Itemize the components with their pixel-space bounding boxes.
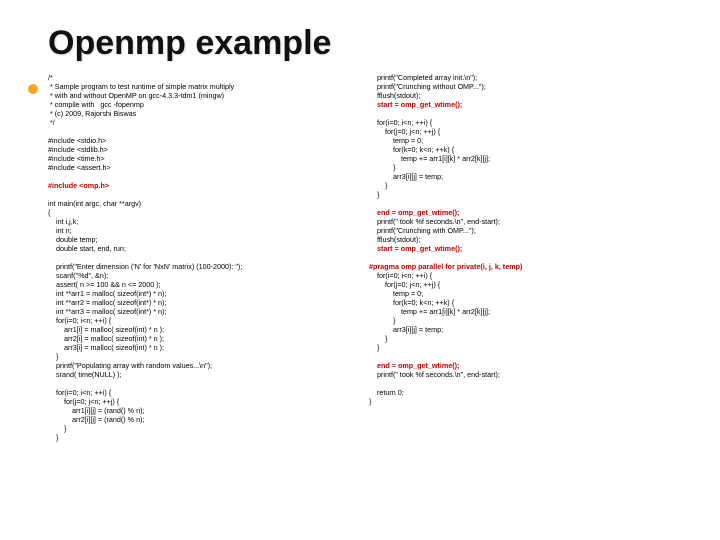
code-line: } bbox=[369, 316, 395, 325]
code-line: * compile with gcc -fopenmp bbox=[48, 100, 144, 109]
code-line: } bbox=[48, 424, 66, 433]
bullet-icon bbox=[28, 84, 38, 94]
code-line: } bbox=[369, 181, 387, 190]
code-line: for(k=0; k<n; ++k) { bbox=[369, 145, 454, 154]
code-line: double start, end, run; bbox=[48, 244, 126, 253]
slide-title: Openmp example bbox=[48, 24, 672, 63]
code-columns: /* * Sample program to test runtime of s… bbox=[48, 73, 672, 442]
code-line: temp = 0; bbox=[369, 136, 423, 145]
code-line: } bbox=[369, 397, 371, 406]
code-line: printf("Completed array init.\n"); bbox=[369, 73, 477, 82]
code-line: int **arr1 = malloc( sizeof(int*) * n); bbox=[48, 289, 166, 298]
code-line: int main(int argc, char **argv) bbox=[48, 199, 141, 208]
code-line-include-omp: #include <omp.h> bbox=[48, 181, 109, 190]
code-line: for(i=0; i<n; ++i) { bbox=[369, 118, 432, 127]
code-line: int **arr2 = malloc( sizeof(int*) * n); bbox=[48, 298, 166, 307]
code-line: for(i=0; i<n; ++i) { bbox=[369, 271, 432, 280]
code-line: */ bbox=[48, 118, 55, 127]
code-line: } bbox=[369, 163, 395, 172]
code-line: arr1[i][j] = (rand() % n); bbox=[48, 406, 144, 415]
code-line: printf("Enter dimension ('N' for 'NxN' m… bbox=[48, 262, 242, 271]
code-line: #include <assert.h> bbox=[48, 163, 111, 172]
code-line: temp = 0; bbox=[369, 289, 423, 298]
code-line-wtime-end2: end = omp_get_wtime(); bbox=[369, 361, 459, 370]
code-line: printf("Populating array with random val… bbox=[48, 361, 212, 370]
code-line: * (c) 2009, Rajorshi Biswas bbox=[48, 109, 136, 118]
code-line: for(i=0; i<n; ++i) { bbox=[48, 388, 111, 397]
code-line: for(j=0; j<n; ++j) { bbox=[369, 280, 440, 289]
code-line: temp += arr1[i][k] * arr2[k][j]; bbox=[369, 307, 490, 316]
code-line: } bbox=[48, 352, 58, 361]
code-line: for(j=0; j<n; ++j) { bbox=[369, 127, 440, 136]
code-line: arr3[i][j] = temp; bbox=[369, 325, 443, 334]
code-line: #include <stdlib.h> bbox=[48, 145, 108, 154]
code-left: /* * Sample program to test runtime of s… bbox=[48, 73, 351, 442]
code-line: arr1[i] = malloc( sizeof(int) * n ); bbox=[48, 325, 164, 334]
code-line: } bbox=[369, 334, 387, 343]
code-line: * Sample program to test runtime of simp… bbox=[48, 82, 234, 91]
code-line: } bbox=[48, 433, 58, 442]
code-line: arr2[i][j] = (rand() % n); bbox=[48, 415, 144, 424]
code-line-wtime-start2: start = omp_get_wtime(); bbox=[369, 244, 462, 253]
code-line: * with and without OpenMP on gcc-4.3.3-t… bbox=[48, 91, 224, 100]
code-line: printf("Crunching without OMP..."); bbox=[369, 82, 486, 91]
code-line: double temp; bbox=[48, 235, 98, 244]
code-line: assert( n >= 100 && n <= 2000 ); bbox=[48, 280, 161, 289]
code-line-pragma: #pragma omp parallel for private(i, j, k… bbox=[369, 262, 522, 271]
code-line: for(j=0; j<n; ++j) { bbox=[48, 397, 119, 406]
code-line: temp += arr1[i][k] * arr2[k][j]; bbox=[369, 154, 490, 163]
code-line: printf(" took %f seconds.\n", end-start)… bbox=[369, 370, 500, 379]
code-line: fflush(stdout); bbox=[369, 91, 420, 100]
code-right: printf("Completed array init.\n"); print… bbox=[369, 73, 672, 442]
code-line-wtime-start: start = omp_get_wtime(); bbox=[369, 100, 462, 109]
code-line: #include <time.h> bbox=[48, 154, 105, 163]
code-line: /* bbox=[48, 73, 53, 82]
code-line: { bbox=[48, 208, 50, 217]
code-line: int i,j,k; bbox=[48, 217, 78, 226]
code-line: } bbox=[369, 343, 379, 352]
code-line: int n; bbox=[48, 226, 72, 235]
code-line: scanf("%d", &n); bbox=[48, 271, 108, 280]
code-line: arr3[i][j] = temp; bbox=[369, 172, 443, 181]
code-line: return 0; bbox=[369, 388, 404, 397]
code-line: arr3[i] = malloc( sizeof(int) * n ); bbox=[48, 343, 164, 352]
code-line: printf("Crunching with OMP..."); bbox=[369, 226, 476, 235]
code-line: srand( time(NULL) ); bbox=[48, 370, 122, 379]
code-line: for(i=0; i<n; ++i) { bbox=[48, 316, 111, 325]
code-line-wtime-end: end = omp_get_wtime(); bbox=[369, 208, 459, 217]
code-line: for(k=0; k<n; ++k) { bbox=[369, 298, 454, 307]
code-line: arr2[i] = malloc( sizeof(int) * n ); bbox=[48, 334, 164, 343]
code-line: } bbox=[369, 190, 379, 199]
code-line: printf(" took %f seconds.\n", end-start)… bbox=[369, 217, 500, 226]
code-line: fflush(stdout); bbox=[369, 235, 420, 244]
code-line: #include <stdio.h> bbox=[48, 136, 106, 145]
code-line: int **arr3 = malloc( sizeof(int*) * n); bbox=[48, 307, 166, 316]
slide: Openmp example /* * Sample program to te… bbox=[0, 0, 720, 540]
